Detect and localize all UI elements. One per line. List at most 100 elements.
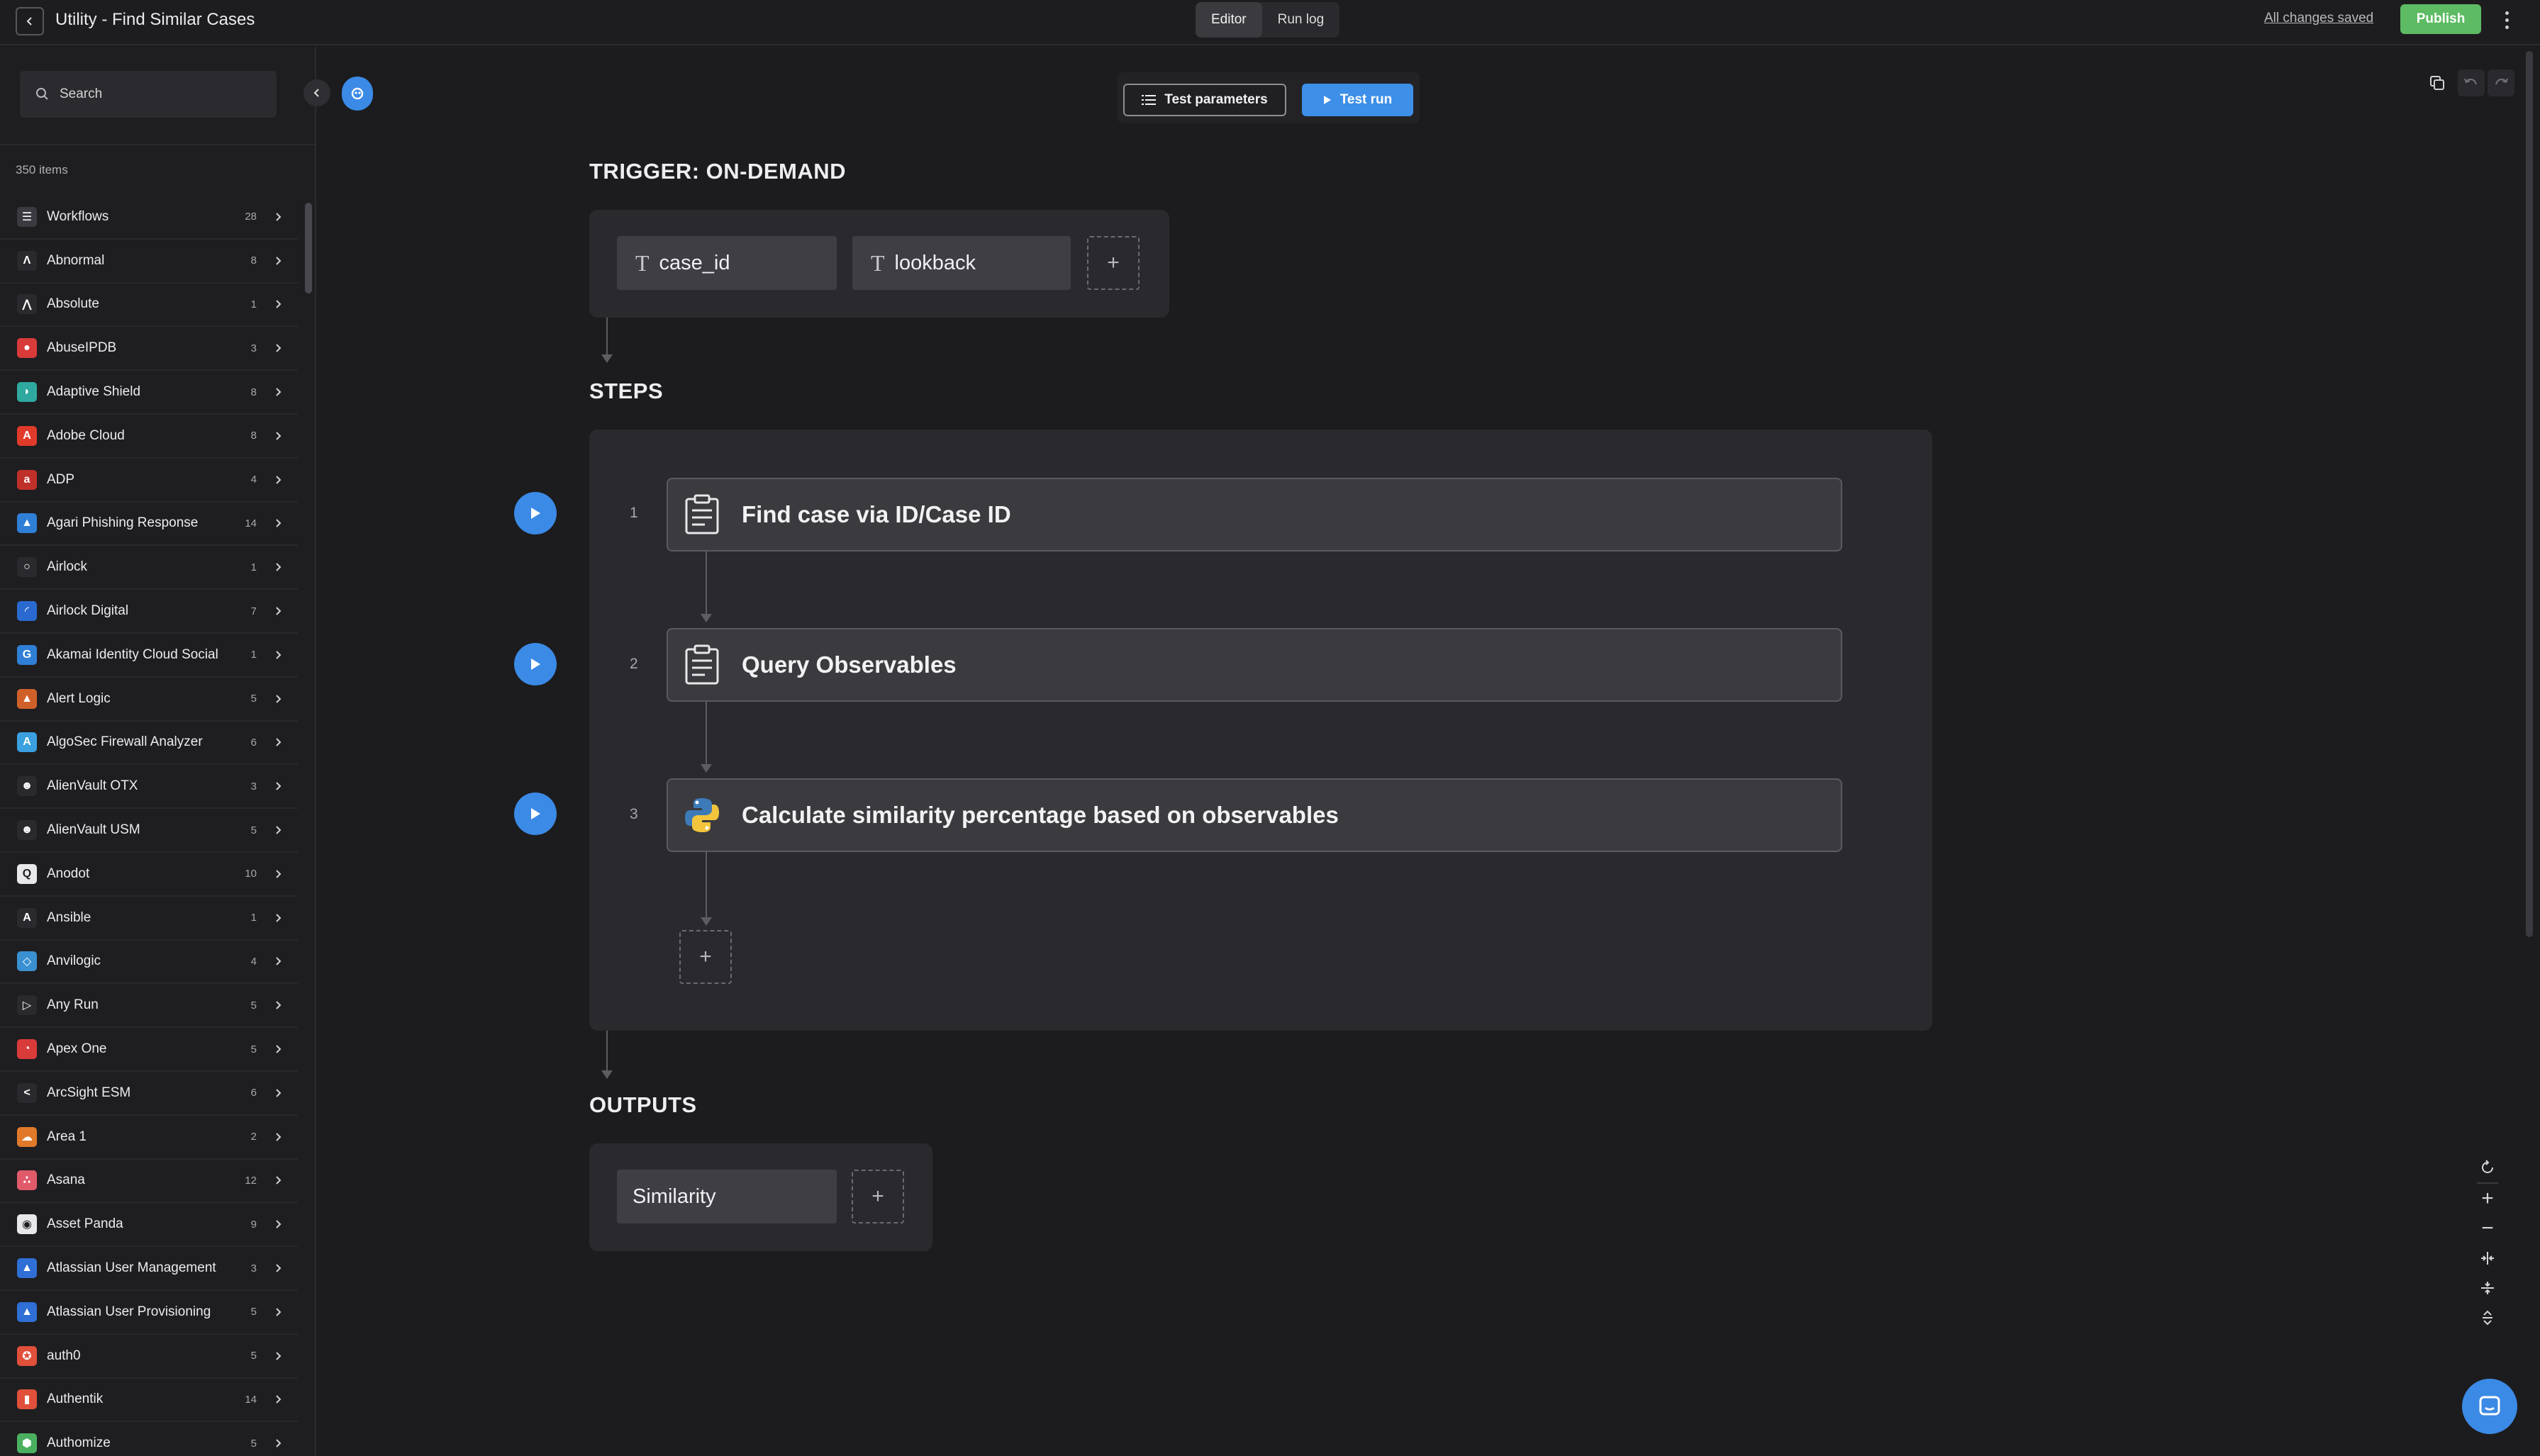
sidebar-item-akamai-identity-cloud-social[interactable]: G Akamai Identity Cloud Social 1 [0, 634, 298, 678]
back-button[interactable] [16, 7, 44, 35]
sidebar-item-workflows[interactable]: ☰ Workflows 28 [0, 196, 298, 240]
sidebar-item-authentik[interactable]: ▮ Authentik 14 [0, 1379, 298, 1423]
chevron-right-icon[interactable] [268, 1263, 288, 1273]
add-output-button[interactable]: + [852, 1170, 904, 1223]
integration-logo-icon: ✪ [17, 1345, 37, 1366]
sidebar-item-any-run[interactable]: ▷ Any Run 5 [0, 984, 298, 1029]
chevron-right-icon[interactable] [268, 781, 288, 791]
chevron-right-icon[interactable] [268, 299, 288, 309]
chevron-right-icon[interactable] [268, 431, 288, 441]
chevron-right-icon[interactable] [268, 518, 288, 528]
fit-width-icon[interactable] [2473, 1243, 2502, 1273]
fit-height-icon[interactable] [2473, 1273, 2502, 1303]
chevron-right-icon[interactable] [268, 1351, 288, 1361]
chevron-right-icon[interactable] [268, 956, 288, 966]
sidebar-item-adobe-cloud[interactable]: A Adobe Cloud 8 [0, 415, 298, 459]
test-run-button[interactable]: Test run [1302, 84, 1413, 116]
sidebar-item-adaptive-shield[interactable]: ◗ Adaptive Shield 8 [0, 371, 298, 415]
chevron-right-icon[interactable] [268, 343, 288, 353]
reset-view-icon[interactable] [2473, 1153, 2502, 1182]
run-step-3-button[interactable] [514, 793, 557, 835]
chevron-right-icon[interactable] [268, 387, 288, 397]
save-status[interactable]: All changes saved [2264, 11, 2373, 26]
expand-vertical-icon[interactable] [2473, 1303, 2502, 1333]
output-similarity[interactable]: Similarity [617, 1170, 837, 1223]
step-card-1[interactable]: Find case via ID/Case ID [667, 478, 1842, 551]
chevron-right-icon[interactable] [268, 606, 288, 616]
chevron-right-icon[interactable] [268, 475, 288, 485]
chevron-right-icon[interactable] [268, 1175, 288, 1185]
chevron-right-icon[interactable] [268, 1132, 288, 1142]
integration-logo-icon: ● [17, 338, 37, 359]
copy-button[interactable] [2424, 69, 2451, 96]
sidebar-item-airlock[interactable]: ○ Airlock 1 [0, 546, 298, 590]
sidebar-item-authomize[interactable]: ⬢ Authomize 5 [0, 1422, 298, 1456]
sidebar-item-alienvault-usm[interactable]: ☻ AlienVault USM 5 [0, 809, 298, 853]
chevron-right-icon[interactable] [268, 1394, 288, 1404]
step-card-3[interactable]: Calculate similarity percentage based on… [667, 778, 1842, 852]
chevron-right-icon[interactable] [268, 1088, 288, 1098]
chevron-right-icon[interactable] [268, 737, 288, 747]
chevron-right-icon[interactable] [268, 212, 288, 222]
chevron-right-icon[interactable] [268, 869, 288, 879]
zoom-out-icon[interactable]: − [2473, 1214, 2502, 1243]
sidebar-item-anvilogic[interactable]: ◇ Anvilogic 4 [0, 941, 298, 985]
chat-support-button[interactable] [2462, 1379, 2517, 1434]
sidebar-scrollbar[interactable] [305, 203, 312, 293]
redo-button[interactable] [2488, 69, 2514, 96]
search-input[interactable] [60, 86, 258, 102]
sidebar-item-alert-logic[interactable]: ▲ Alert Logic 5 [0, 678, 298, 722]
chevron-right-icon[interactable] [268, 913, 288, 923]
sidebar-item-absolute[interactable]: ⋀ Absolute 1 [0, 284, 298, 327]
sidebar-item-count: 14 [245, 1393, 257, 1406]
sidebar-item-arcsight-esm[interactable]: < ArcSight ESM 6 [0, 1072, 298, 1116]
sidebar-item-auth0[interactable]: ✪ auth0 5 [0, 1335, 298, 1379]
run-step-2-button[interactable] [514, 643, 557, 685]
sidebar-item-atlassian-user-provisioning[interactable]: ▲ Atlassian User Provisioning 5 [0, 1291, 298, 1335]
sidebar-item-alienvault-otx[interactable]: ☻ AlienVault OTX 3 [0, 765, 298, 810]
chevron-right-icon[interactable] [268, 650, 288, 660]
sidebar-item-apex-one[interactable]: ◔ Apex One 5 [0, 1028, 298, 1072]
trigger-param-lookback[interactable]: T lookback [852, 236, 1071, 290]
chevron-right-icon[interactable] [268, 1000, 288, 1010]
sidebar-item-area-1[interactable]: ☁ Area 1 2 [0, 1116, 298, 1160]
chevron-right-icon[interactable] [268, 562, 288, 572]
step-label: Find case via ID/Case ID [742, 501, 1011, 527]
sidebar-item-count: 5 [250, 999, 257, 1012]
canvas-scrollbar[interactable] [2526, 51, 2533, 937]
redo-icon [2495, 78, 2508, 85]
add-parameter-button[interactable]: + [1087, 236, 1140, 290]
sidebar-item-asana[interactable]: ∴ Asana 12 [0, 1160, 298, 1204]
publish-button[interactable]: Publish [2400, 4, 2481, 34]
chevron-right-icon[interactable] [268, 1307, 288, 1317]
test-parameters-button[interactable]: Test parameters [1123, 84, 1286, 116]
more-options-icon[interactable] [2497, 7, 2516, 33]
search-box[interactable] [20, 71, 277, 118]
sidebar-item-asset-panda[interactable]: ◉ Asset Panda 9 [0, 1203, 298, 1248]
sidebar-item-abnormal[interactable]: Λ Abnormal 8 [0, 240, 298, 284]
step-card-2[interactable]: Query Observables [667, 628, 1842, 702]
chevron-right-icon[interactable] [268, 825, 288, 835]
assistant-badge[interactable] [342, 77, 373, 111]
sidebar-item-anodot[interactable]: Q Anodot 10 [0, 853, 298, 897]
add-step-button[interactable]: + [679, 930, 732, 984]
chevron-right-icon[interactable] [268, 1044, 288, 1054]
run-step-1-button[interactable] [514, 492, 557, 534]
sidebar-item-adp[interactable]: a ADP 4 [0, 459, 298, 503]
sidebar-item-algosec-firewall-analyzer[interactable]: A AlgoSec Firewall Analyzer 6 [0, 722, 298, 766]
sidebar-item-abuseipdb[interactable]: ● AbuseIPDB 3 [0, 327, 298, 371]
trigger-param-case-id[interactable]: T case_id [617, 236, 837, 290]
collapse-sidebar-button[interactable] [303, 79, 330, 106]
chevron-right-icon[interactable] [268, 256, 288, 266]
chevron-right-icon[interactable] [268, 1219, 288, 1229]
sidebar-item-atlassian-user-management[interactable]: ▲ Atlassian User Management 3 [0, 1247, 298, 1291]
chevron-right-icon[interactable] [268, 694, 288, 704]
undo-button[interactable] [2458, 69, 2485, 96]
sidebar-item-agari-phishing-response[interactable]: ▲ Agari Phishing Response 14 [0, 503, 298, 547]
chevron-right-icon[interactable] [268, 1438, 288, 1448]
zoom-in-icon[interactable]: + [2473, 1184, 2502, 1214]
tab-editor[interactable]: Editor [1196, 2, 1262, 38]
sidebar-item-airlock-digital[interactable]: ◜ Airlock Digital 7 [0, 590, 298, 634]
sidebar-item-ansible[interactable]: A Ansible 1 [0, 897, 298, 941]
tab-run-log[interactable]: Run log [1262, 2, 1340, 38]
